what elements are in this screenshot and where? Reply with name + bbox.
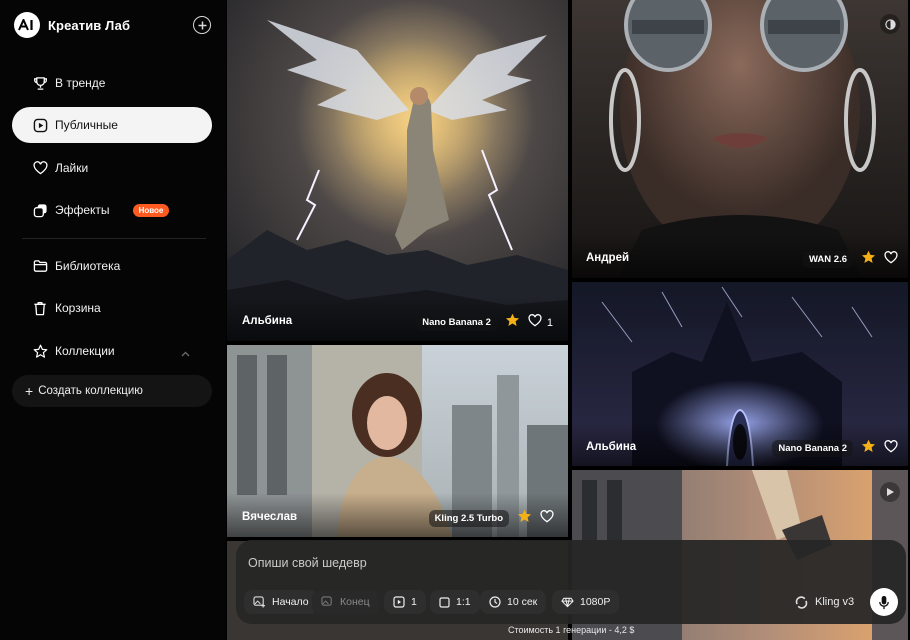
- new-badge: Новое: [132, 203, 170, 217]
- microphone-button[interactable]: [870, 588, 898, 616]
- tile-meta: Kling 2.5 Turbo: [428, 509, 554, 528]
- prompt-input[interactable]: Опиши свой шедевр: [248, 556, 367, 570]
- media-type-icon[interactable]: [880, 482, 900, 502]
- favorite-star-icon[interactable]: [505, 313, 520, 332]
- count-selector[interactable]: 1: [384, 590, 426, 614]
- sidebar-item-collections[interactable]: Коллекции: [12, 333, 212, 369]
- microphone-icon: [879, 595, 889, 609]
- count-value: 1: [411, 596, 417, 608]
- sidebar-item-label: Корзина: [55, 301, 101, 315]
- like-heart-icon[interactable]: [540, 509, 554, 528]
- plus-icon: +: [25, 383, 34, 399]
- gallery-tile[interactable]: Альбина Nano Banana 2: [572, 282, 908, 466]
- like-heart-icon[interactable]: [884, 250, 898, 269]
- app-name: Креатив Лаб: [48, 17, 131, 33]
- image-add-icon: [253, 596, 266, 608]
- end-frame-button[interactable]: Конец: [312, 590, 379, 614]
- sidebar-item-effects[interactable]: Эффекты Новое: [12, 192, 212, 228]
- like-count: 1: [546, 316, 553, 329]
- kling-logo-icon: [795, 595, 808, 609]
- aspect-ratio-selector[interactable]: 1:1: [430, 590, 480, 614]
- start-frame-label: Начало: [272, 596, 309, 608]
- sidebar-item-public[interactable]: Публичные: [12, 107, 212, 143]
- gallery-tile[interactable]: Андрей WAN 2.6: [572, 0, 908, 278]
- prompt-panel: Опиши свой шедевр Начало Конец 1 1:1 10 …: [236, 540, 906, 624]
- sidebar-item-label: Библиотека: [55, 259, 121, 273]
- trophy-icon: [32, 75, 48, 91]
- logo-icon: [14, 12, 40, 38]
- end-frame-label: Конец: [340, 596, 370, 608]
- sidebar-item-trash[interactable]: Корзина: [12, 290, 212, 326]
- duration-value: 10 сек: [507, 596, 538, 608]
- favorite-star-icon[interactable]: [861, 439, 876, 458]
- tile-author[interactable]: Вячеслав: [242, 511, 297, 523]
- tile-author[interactable]: Альбина: [242, 315, 292, 327]
- duration-selector[interactable]: 10 сек: [480, 590, 547, 614]
- image-add-icon: [321, 596, 332, 606]
- like-heart-icon[interactable]: [528, 313, 542, 332]
- model-selector[interactable]: Kling v3: [794, 590, 854, 614]
- folder-icon: [32, 258, 48, 274]
- sidebar-item-label: Коллекции: [55, 344, 115, 358]
- new-item-button[interactable]: [193, 16, 211, 34]
- tile-meta: Nano Banana 2 1: [416, 313, 553, 332]
- sidebar-divider: [22, 238, 206, 239]
- sidebar-item-label: В тренде: [55, 76, 106, 90]
- create-collection-label: Создать коллекцию: [38, 385, 143, 397]
- tile-meta: Nano Banana 2: [772, 439, 898, 458]
- start-frame-button[interactable]: Начало: [244, 590, 318, 614]
- gallery-tile[interactable]: Альбина Nano Banana 2 1: [227, 0, 568, 341]
- model-name: Kling v3: [815, 596, 855, 608]
- sidebar-item-likes[interactable]: Лайки: [12, 150, 212, 186]
- model-tag: Kling 2.5 Turbo: [428, 510, 509, 527]
- sidebar-item-trending[interactable]: В тренде: [12, 65, 212, 101]
- heart-icon: [32, 160, 48, 176]
- sidebar-item-label: Лайки: [55, 161, 89, 175]
- tile-author[interactable]: Альбина: [586, 441, 636, 453]
- model-tag: WAN 2.6: [802, 251, 853, 268]
- trash-icon: [32, 300, 48, 316]
- gallery-tile[interactable]: Вячеслав Kling 2.5 Turbo: [227, 345, 568, 537]
- favorite-star-icon[interactable]: [517, 509, 532, 528]
- square-icon: [439, 596, 450, 608]
- chevron-up-icon[interactable]: [181, 346, 190, 360]
- model-tag: Nano Banana 2: [772, 440, 853, 457]
- video-count-icon: [393, 596, 405, 608]
- model-tag: Nano Banana 2: [416, 314, 497, 331]
- brand[interactable]: Креатив Лаб: [14, 12, 130, 38]
- sidebar: Креатив Лаб В тренде Публичные Лайки Эфф…: [0, 0, 226, 640]
- aspect-ratio-value: 1:1: [456, 596, 471, 608]
- quality-selector[interactable]: 1080P: [552, 590, 620, 614]
- plus-icon: [198, 21, 206, 29]
- star-icon: [32, 343, 48, 359]
- diamond-icon: [561, 597, 574, 607]
- media-type-icon[interactable]: [880, 14, 900, 34]
- clock-icon: [489, 596, 501, 608]
- create-collection-button[interactable]: + Создать коллекцию: [12, 375, 212, 407]
- like-heart-icon[interactable]: [884, 439, 898, 458]
- sidebar-item-label: Публичные: [55, 118, 118, 132]
- sidebar-item-library[interactable]: Библиотека: [12, 248, 212, 284]
- tile-image: [227, 0, 568, 341]
- sidebar-item-label: Эффекты: [55, 203, 110, 217]
- tile-author[interactable]: Андрей: [586, 252, 629, 264]
- tile-meta: WAN 2.6: [802, 250, 898, 269]
- favorite-star-icon[interactable]: [861, 250, 876, 269]
- generation-cost: Стоимость 1 генерации - 4,2 $: [508, 625, 635, 635]
- play-square-icon: [32, 117, 48, 133]
- effects-icon: [32, 202, 48, 218]
- quality-value: 1080P: [580, 596, 611, 608]
